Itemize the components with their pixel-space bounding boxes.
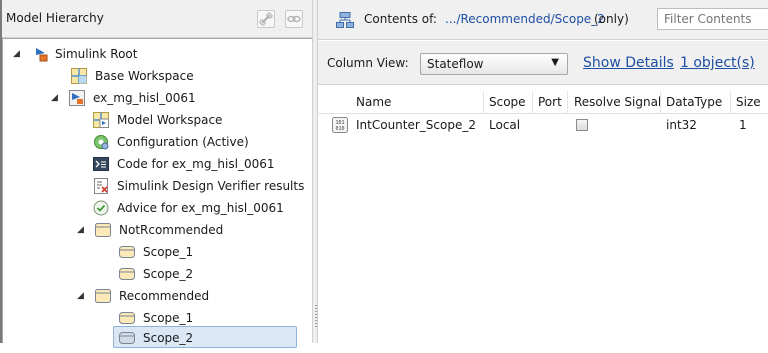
resolve-signal-checkbox[interactable] xyxy=(576,119,588,131)
model-icon xyxy=(69,90,85,106)
expand-arrow-icon[interactable]: ◢ xyxy=(77,219,84,241)
tree-item-label: NotRcommended xyxy=(119,223,224,237)
tree-item-label: Model Workspace xyxy=(117,113,223,127)
tree-item-label: Scope_2 xyxy=(143,331,194,345)
tree-item-label: Simulink Design Verifier results xyxy=(117,179,305,193)
column-view-label: Column View: xyxy=(327,56,409,70)
svg-text:010: 010 xyxy=(335,126,344,132)
tree-item-configuration[interactable]: Configuration (Active) xyxy=(3,131,303,153)
tree-item-label: Simulink Root xyxy=(55,47,138,61)
tree-item-scope-2[interactable]: Scope_2 xyxy=(3,263,303,285)
simulink-root-icon xyxy=(33,46,49,62)
column-view-select[interactable]: Stateflow ▼ xyxy=(420,53,568,75)
cell-scope: Local xyxy=(489,118,521,132)
expand-arrow-icon[interactable]: ◢ xyxy=(51,87,58,109)
tree-item-model-workspace[interactable]: Model Workspace xyxy=(3,109,303,131)
column-header-size[interactable]: Size xyxy=(736,95,761,109)
model-hierarchy-pane: Model Hierarchy ◢ Simulink Root Base Wor… xyxy=(0,0,313,348)
column-separator[interactable] xyxy=(483,91,484,114)
tree-item-label: Scope_1 xyxy=(143,245,194,259)
advice-check-icon xyxy=(93,200,109,216)
column-view-bar: Column View: Stateflow ▼ Show Details 1 … xyxy=(318,41,768,85)
data-variable-icon: 101 010 xyxy=(332,117,348,133)
column-view-value: Stateflow xyxy=(427,57,484,71)
stateflow-state-icon xyxy=(119,330,135,346)
object-count-link[interactable]: 1 object(s) xyxy=(680,55,755,71)
stateflow-state-icon xyxy=(119,266,135,282)
contents-pane: Contents of: .../Recommended/Scope_2 (on… xyxy=(318,0,768,343)
tree-item-label: Base Workspace xyxy=(95,69,194,83)
model-hierarchy-tree: ◢ Simulink Root Base Workspace ◢ ex_mg_h… xyxy=(2,38,313,348)
column-header-scope[interactable]: Scope xyxy=(489,95,526,109)
model-hierarchy-header: Model Hierarchy xyxy=(2,0,312,38)
table-header: Name Scope Port Resolve Signal DataType … xyxy=(318,91,768,114)
column-separator[interactable] xyxy=(660,91,661,114)
tree-item-code[interactable]: Code for ex_mg_hisl_0061 xyxy=(3,153,303,175)
cell-size: 1 xyxy=(739,118,747,132)
tree-item-model[interactable]: ◢ ex_mg_hisl_0061 xyxy=(3,87,303,109)
tree-item-scope-1[interactable]: Scope_1 xyxy=(3,241,303,263)
cell-name: IntCounter_Scope_2 xyxy=(356,118,476,132)
model-workspace-icon xyxy=(93,112,109,128)
column-separator[interactable] xyxy=(532,91,533,114)
configuration-gear-icon xyxy=(93,134,109,150)
stateflow-state-icon xyxy=(119,244,135,260)
stateflow-chart-icon xyxy=(95,288,111,304)
contents-scope: (only) xyxy=(594,12,629,26)
tree-item-advice[interactable]: Advice for ex_mg_hisl_0061 xyxy=(3,197,303,219)
chain-icon[interactable] xyxy=(285,10,303,28)
column-separator[interactable] xyxy=(730,91,731,114)
column-header-port[interactable]: Port xyxy=(538,95,562,109)
column-header-resolve-signal[interactable]: Resolve Signal xyxy=(574,95,661,109)
show-details-link[interactable]: Show Details xyxy=(583,55,674,71)
tree-item-notrcommended[interactable]: ◢ NotRcommended xyxy=(3,219,303,241)
link-icon[interactable] xyxy=(257,10,275,28)
column-separator[interactable] xyxy=(567,91,568,114)
code-terminal-icon xyxy=(93,156,109,172)
tree-item-label: Code for ex_mg_hisl_0061 xyxy=(117,157,275,171)
tree-item-label: Configuration (Active) xyxy=(117,135,249,149)
column-header-name[interactable]: Name xyxy=(356,95,391,109)
splitter-grip-icon[interactable] xyxy=(315,305,317,329)
tree-item-simulink-root[interactable]: ◢ Simulink Root xyxy=(3,43,303,65)
tree-item-scope-2-selected[interactable]: Scope_2 xyxy=(113,326,297,348)
expand-arrow-icon[interactable]: ◢ xyxy=(77,285,84,307)
filter-contents-input[interactable] xyxy=(657,8,768,30)
tree-item-verifier-results[interactable]: Simulink Design Verifier results xyxy=(3,175,313,197)
stateflow-chart-icon xyxy=(95,222,111,238)
tree-item-label: Scope_2 xyxy=(143,267,194,281)
tree-item-label: Recommended xyxy=(119,289,210,303)
workspace-grid-icon xyxy=(71,68,87,84)
column-header-datatype[interactable]: DataType xyxy=(666,95,722,109)
tree-item-recommended[interactable]: ◢ Recommended xyxy=(3,285,303,307)
contents-toolbar: Contents of: .../Recommended/Scope_2 (on… xyxy=(318,0,768,40)
cell-datatype: int32 xyxy=(666,118,697,132)
tree-item-base-workspace[interactable]: Base Workspace xyxy=(3,65,303,87)
stateflow-state-icon xyxy=(119,310,135,326)
hierarchy-tree-icon xyxy=(336,12,354,28)
contents-path[interactable]: .../Recommended/Scope_2 xyxy=(445,12,605,26)
contents-label: Contents of: xyxy=(364,12,437,26)
chevron-down-icon: ▼ xyxy=(551,57,559,68)
model-hierarchy-title: Model Hierarchy xyxy=(6,11,104,25)
tree-item-label: Advice for ex_mg_hisl_0061 xyxy=(117,201,284,215)
verifier-results-icon xyxy=(93,178,109,194)
expand-arrow-icon[interactable]: ◢ xyxy=(13,43,20,65)
tree-item-label: ex_mg_hisl_0061 xyxy=(93,91,196,105)
